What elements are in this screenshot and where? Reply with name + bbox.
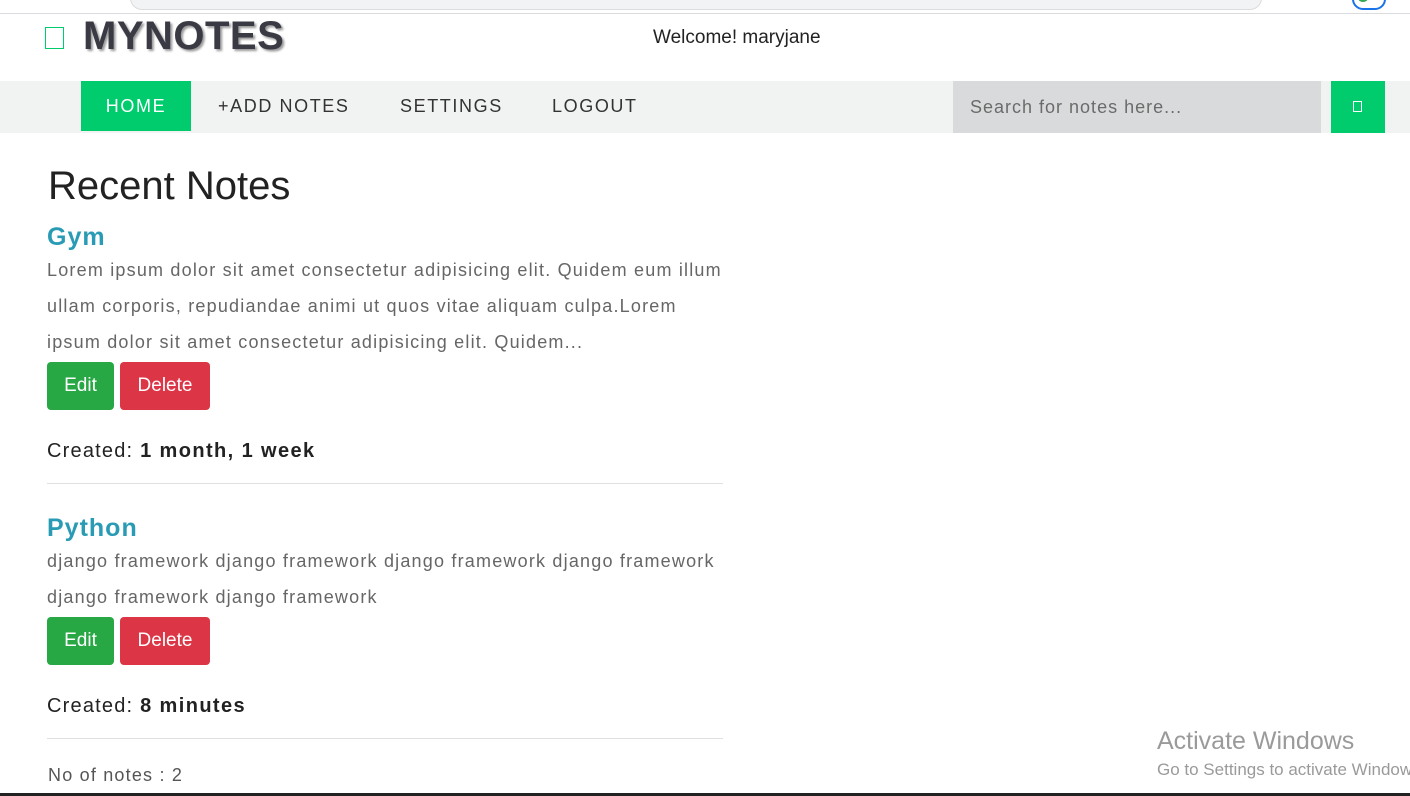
note-body: django framework django framework django…: [47, 551, 715, 607]
search-input[interactable]: [953, 81, 1321, 133]
note-card: Python django framework django framework…: [47, 513, 723, 739]
activation-watermark: Activate Windows Go to Settings to activ…: [1157, 727, 1410, 780]
note-actions: Edit Delete: [47, 362, 723, 410]
note-title[interactable]: Gym: [47, 222, 723, 252]
page-title: Recent Notes: [48, 164, 291, 208]
nav-home[interactable]: HOME: [81, 81, 191, 131]
divider: [47, 738, 723, 739]
created-label: Created:: [47, 440, 134, 462]
search-icon: [1353, 101, 1362, 112]
created-label: Created:: [47, 695, 134, 717]
navbar: HOME +ADD NOTES SETTINGS LOGOUT: [0, 81, 1410, 133]
note-created: Created: 1 month, 1 week: [47, 440, 723, 463]
watermark-title: Activate Windows: [1157, 727, 1355, 755]
notes-count: No of notes : 2: [48, 765, 184, 785]
created-value: 8 minutes: [140, 695, 247, 717]
search-button[interactable]: [1331, 81, 1385, 133]
browser-address-bar[interactable]: [130, 0, 1262, 10]
welcome-message: Welcome! maryjane: [653, 27, 821, 48]
page: MYNOTES Welcome! maryjane HOME +ADD NOTE…: [0, 0, 1410, 796]
divider: [47, 483, 723, 484]
note-title[interactable]: Python: [47, 513, 723, 543]
edit-button[interactable]: Edit: [47, 362, 114, 410]
nav-settings[interactable]: SETTINGS: [400, 81, 503, 131]
delete-button[interactable]: Delete: [120, 362, 210, 410]
nav-logout[interactable]: LOGOUT: [552, 81, 638, 131]
browser-profile-icon[interactable]: [1352, 0, 1386, 10]
watermark-subtitle: Go to Settings to activate Windows.: [1157, 760, 1410, 779]
brand-logo[interactable]: MYNOTES: [83, 14, 284, 59]
logo-icon: [45, 27, 64, 49]
delete-button[interactable]: Delete: [120, 617, 210, 665]
edit-button[interactable]: Edit: [47, 617, 114, 665]
note-actions: Edit Delete: [47, 617, 723, 665]
note-card: Gym Lorem ipsum dolor sit amet consectet…: [47, 222, 723, 484]
nav-add-notes[interactable]: +ADD NOTES: [218, 81, 350, 131]
created-value: 1 month, 1 week: [140, 440, 316, 462]
note-body: Lorem ipsum dolor sit amet consectetur a…: [47, 260, 722, 352]
note-created: Created: 8 minutes: [47, 695, 723, 718]
